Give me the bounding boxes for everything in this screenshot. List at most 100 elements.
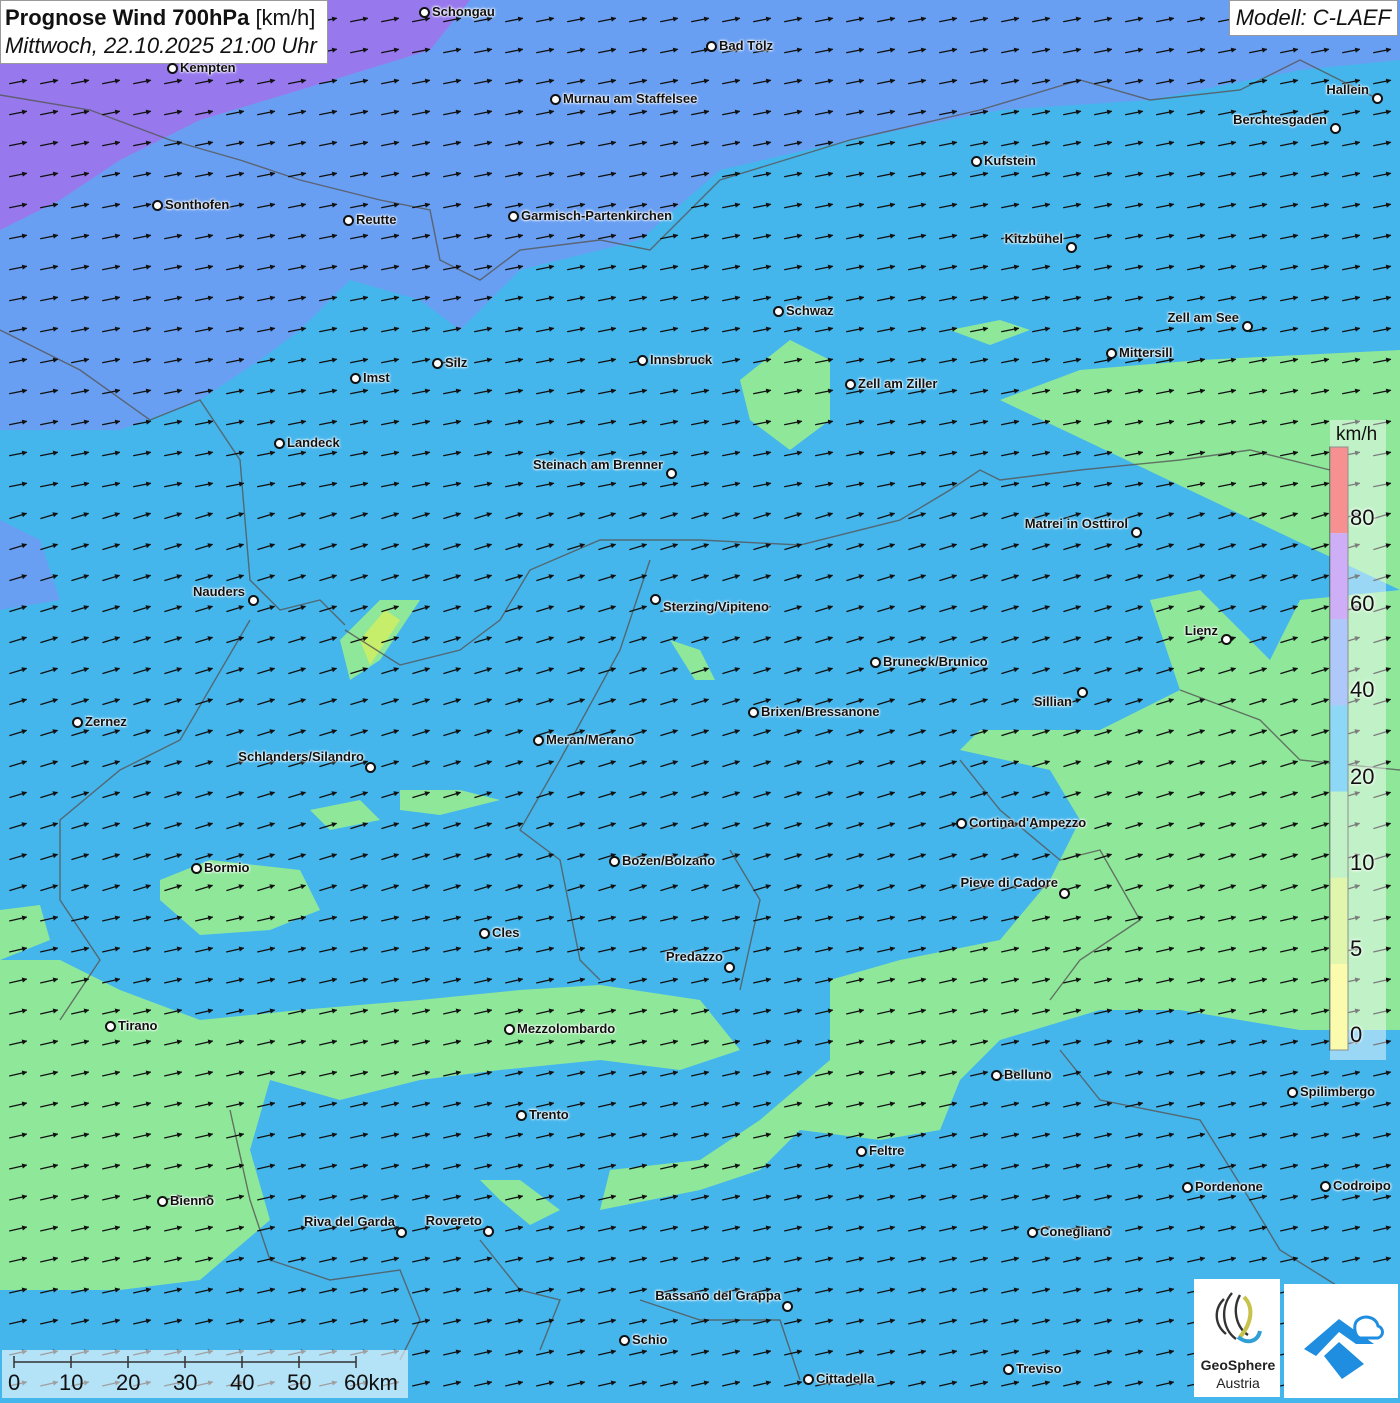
city-label: Tirano bbox=[118, 1018, 158, 1033]
city-label: Riva del Garda bbox=[303, 1214, 395, 1229]
city-label: Kufstein bbox=[984, 153, 1036, 168]
city-label: Pieve di Cadore bbox=[960, 875, 1058, 890]
title-box: Prognose Wind 700hPa [km/h] Mittwoch, 22… bbox=[0, 0, 328, 64]
map-title: Prognose Wind 700hPa [km/h] bbox=[5, 5, 317, 31]
city-marker bbox=[167, 63, 178, 74]
forecast-date: Mittwoch, 22.10.2025 21:00 Uhr bbox=[5, 33, 317, 58]
city-label: Reutte bbox=[356, 212, 397, 227]
legend-label: 80 bbox=[1350, 505, 1375, 531]
city-marker bbox=[533, 735, 544, 746]
city-marker bbox=[971, 156, 982, 167]
city-label: Schio bbox=[632, 1332, 668, 1347]
city-marker bbox=[191, 863, 202, 874]
city-marker bbox=[1372, 93, 1383, 104]
city-marker bbox=[1182, 1182, 1193, 1193]
city-marker bbox=[1221, 634, 1232, 645]
city-marker bbox=[1287, 1087, 1298, 1098]
city-marker bbox=[724, 962, 735, 973]
city-marker bbox=[666, 468, 677, 479]
scale-label: 0 bbox=[8, 1370, 21, 1395]
city-marker bbox=[72, 717, 83, 728]
city-marker bbox=[706, 41, 717, 52]
city-marker bbox=[1106, 348, 1117, 359]
city-marker bbox=[432, 358, 443, 369]
city-marker bbox=[773, 306, 784, 317]
legend-unit: km/h bbox=[1336, 424, 1378, 445]
city-label: Schongau bbox=[432, 4, 495, 19]
city-marker bbox=[1320, 1181, 1331, 1192]
city-marker bbox=[350, 373, 361, 384]
city-marker bbox=[1059, 888, 1070, 899]
scale-label: 10 bbox=[59, 1370, 84, 1395]
provider-logo-icon bbox=[1304, 1315, 1384, 1379]
city-label: Bozen/Bolzano bbox=[622, 853, 716, 868]
city-label: Trento bbox=[529, 1107, 569, 1122]
city-marker bbox=[479, 928, 490, 939]
city-marker bbox=[609, 856, 620, 867]
scale-label: 40 bbox=[230, 1370, 255, 1395]
city-marker bbox=[105, 1021, 116, 1032]
legend-label: 40 bbox=[1350, 677, 1375, 703]
scale-label: 30 bbox=[173, 1370, 198, 1395]
city-label: Schlanders/Silandro bbox=[238, 749, 364, 764]
city-marker bbox=[856, 1146, 867, 1157]
city-label: Bassano del Grappa bbox=[655, 1288, 781, 1303]
city-label: Mezzolombardo bbox=[517, 1021, 616, 1036]
city-label: Zell am Ziller bbox=[858, 376, 938, 391]
city-label: Matrei in Osttirol bbox=[1024, 516, 1128, 531]
city-label: Mittersill bbox=[1119, 345, 1173, 360]
geosphere-logo-text2: Austria bbox=[1216, 1375, 1260, 1391]
city-label: Nauders bbox=[192, 584, 245, 599]
city-marker bbox=[152, 200, 163, 211]
legend-label: 5 bbox=[1350, 935, 1363, 961]
city-label: Cittadella bbox=[816, 1371, 875, 1386]
city-label: Belluno bbox=[1004, 1067, 1052, 1082]
legend-label: 20 bbox=[1350, 763, 1375, 789]
city-label: Steinach am Brenner bbox=[532, 457, 663, 472]
city-marker bbox=[1131, 527, 1142, 538]
city-label: Landeck bbox=[287, 435, 340, 450]
geosphere-logo-icon bbox=[1215, 1292, 1262, 1344]
city-marker bbox=[343, 215, 354, 226]
city-marker bbox=[248, 595, 259, 606]
city-marker bbox=[396, 1227, 407, 1238]
city-marker bbox=[550, 94, 561, 105]
city-label: Imst bbox=[363, 370, 390, 385]
legend-label: 0 bbox=[1350, 1022, 1363, 1047]
scale-label: 20 bbox=[116, 1370, 141, 1395]
city-label: Sonthofen bbox=[165, 197, 230, 212]
city-marker bbox=[508, 211, 519, 222]
city-label: Zell am See bbox=[1167, 310, 1239, 325]
city-label: Kempten bbox=[180, 60, 236, 75]
city-label: Zernez bbox=[85, 714, 127, 729]
city-label: Schwaz bbox=[786, 303, 834, 318]
map-title-main: Prognose Wind 700hPa bbox=[5, 5, 250, 30]
city-label: Rovereto bbox=[425, 1213, 482, 1228]
city-label: Bienno bbox=[170, 1193, 215, 1208]
city-marker bbox=[516, 1110, 527, 1121]
city-label: Spilimbergo bbox=[1300, 1084, 1376, 1099]
city-label: Meran/Merano bbox=[546, 732, 635, 747]
city-label: Lienz bbox=[1184, 623, 1218, 638]
city-marker bbox=[637, 355, 648, 366]
city-label: Bad Tölz bbox=[719, 38, 774, 53]
city-label: Kitzbühel bbox=[1004, 231, 1064, 246]
city-label: Pordenone bbox=[1195, 1179, 1263, 1194]
city-marker bbox=[1066, 242, 1077, 253]
city-label: Silz bbox=[445, 355, 468, 370]
city-marker bbox=[419, 7, 430, 18]
city-marker bbox=[274, 438, 285, 449]
city-marker bbox=[1077, 687, 1088, 698]
legend-label: 10 bbox=[1350, 849, 1375, 875]
city-label: Treviso bbox=[1016, 1361, 1062, 1376]
city-marker bbox=[803, 1374, 814, 1385]
city-marker bbox=[504, 1024, 515, 1035]
map-title-unit: [km/h] bbox=[255, 5, 316, 30]
city-marker bbox=[991, 1070, 1002, 1081]
city-marker bbox=[157, 1196, 168, 1207]
city-marker bbox=[365, 762, 376, 773]
city-marker bbox=[782, 1301, 793, 1312]
city-marker bbox=[1242, 321, 1253, 332]
scale-label: 60km bbox=[344, 1370, 398, 1395]
city-label: Sillian bbox=[1033, 694, 1072, 709]
